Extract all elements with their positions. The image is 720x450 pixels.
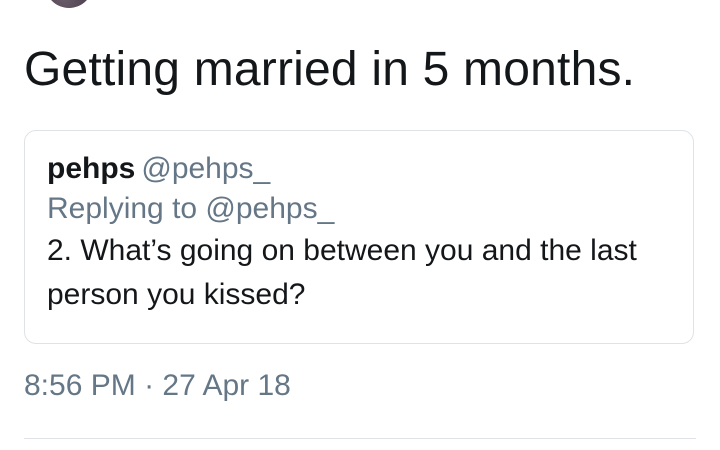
replying-to-label: Replying to @pehps_ bbox=[47, 192, 335, 225]
quoted-author-handle[interactable]: @pehps_ bbox=[141, 152, 270, 185]
tweet-time: 8:56 PM bbox=[24, 369, 136, 402]
quoted-tweet-text: 2. What’s going on between you and the l… bbox=[47, 234, 637, 311]
tweet-timestamp[interactable]: 8:56 PM · 27 Apr 18 bbox=[24, 366, 291, 406]
quoted-tweet-card[interactable]: pehps @pehps_ Replying to @pehps_ 2. What… bbox=[24, 130, 694, 344]
avatar[interactable] bbox=[45, 0, 93, 8]
quoted-author-name[interactable]: pehps bbox=[47, 152, 135, 185]
tweet-detail: Getting married in 5 months. pehps @pehps… bbox=[0, 0, 720, 450]
timestamp-separator: · bbox=[144, 369, 155, 402]
tweet-date: 27 Apr 18 bbox=[162, 369, 291, 402]
divider bbox=[24, 438, 696, 439]
quoted-tweet-header: pehps @pehps_ bbox=[47, 149, 671, 189]
tweet-text: Getting married in 5 months. bbox=[24, 43, 636, 96]
